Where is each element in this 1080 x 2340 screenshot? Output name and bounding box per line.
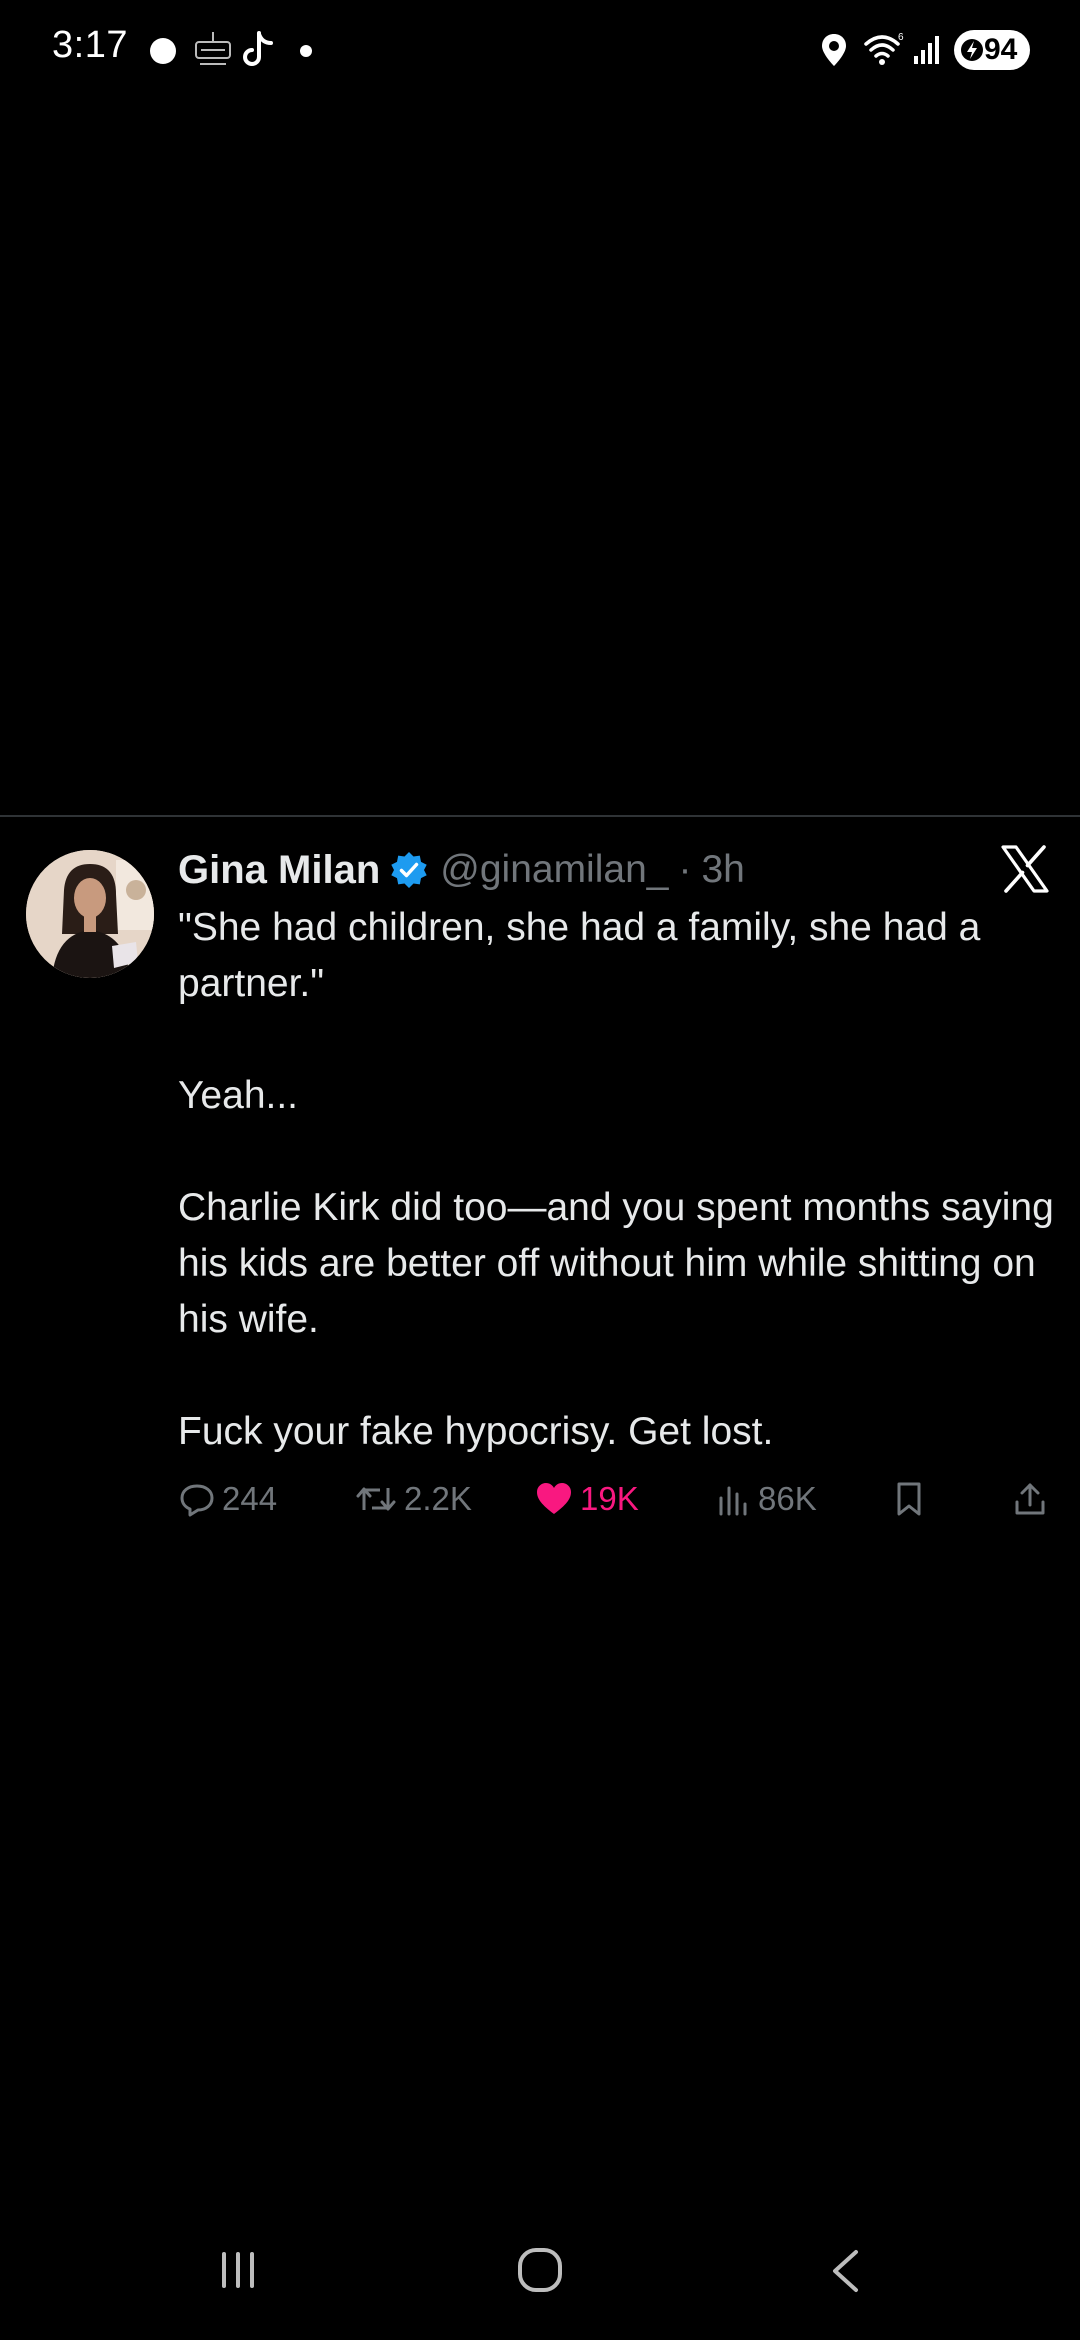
small-dot-icon	[300, 45, 312, 57]
reply-icon	[180, 1484, 214, 1517]
status-bar: 3:17 6 94	[0, 0, 1080, 100]
app-badge-icon	[195, 32, 231, 65]
x-logo-icon	[1001, 845, 1049, 893]
battery-bolt-icon	[961, 39, 983, 61]
tweet-actions: 244 2.2K 19K 86K	[178, 1476, 1058, 1522]
home-icon[interactable]	[516, 2246, 564, 2294]
like-count: 19K	[580, 1480, 639, 1517]
views-icon	[719, 1486, 747, 1516]
tweet-paragraph: Charlie Kirk did too—and you spent month…	[178, 1186, 1054, 1341]
tweet-paragraph: Yeah...	[178, 1074, 299, 1117]
notification-dot-icon	[150, 38, 176, 64]
avatar[interactable]	[26, 850, 154, 978]
reply-button[interactable]: 244	[178, 1476, 277, 1522]
tweet-paragraph: "She had children, she had a family, she…	[178, 906, 981, 1005]
bookmark-button[interactable]	[892, 1476, 926, 1522]
views-count: 86K	[758, 1480, 817, 1517]
share-button[interactable]	[1012, 1476, 1048, 1522]
tweet-header: Gina Milan @ginamilan_ · 3h	[178, 842, 745, 898]
views-button[interactable]: 86K	[716, 1476, 817, 1522]
divider	[0, 815, 1080, 817]
signal-icon	[914, 36, 939, 64]
heart-icon	[537, 1483, 571, 1514]
share-icon	[1015, 1483, 1045, 1515]
repost-button[interactable]: 2.2K	[354, 1476, 472, 1522]
battery-icon: 94	[954, 30, 1030, 70]
tweet-body: "She had children, she had a family, she…	[178, 900, 1058, 1516]
verified-badge-icon	[391, 852, 427, 888]
tiktok-icon	[243, 31, 273, 66]
wifi-icon: 6	[864, 32, 904, 65]
svg-text:6: 6	[898, 32, 904, 43]
tweet-paragraph: Fuck your fake hypocrisy. Get lost.	[178, 1410, 774, 1453]
display-name[interactable]: Gina Milan	[178, 848, 380, 893]
back-icon[interactable]	[828, 2248, 862, 2294]
handle[interactable]: @ginamilan_	[440, 848, 668, 892]
recents-icon[interactable]	[216, 2248, 260, 2292]
reply-count: 244	[222, 1480, 278, 1517]
repost-icon	[356, 1487, 396, 1511]
location-icon	[822, 34, 846, 66]
like-button[interactable]: 19K	[534, 1476, 639, 1522]
battery-level: 94	[984, 33, 1018, 66]
header-separator: ·	[678, 848, 692, 891]
status-time: 3:17	[52, 24, 128, 66]
avatar-photo-icon	[26, 850, 154, 978]
bookmark-icon	[897, 1482, 921, 1516]
navigation-bar	[0, 2220, 1080, 2320]
timestamp[interactable]: 3h	[701, 848, 744, 892]
repost-count: 2.2K	[404, 1480, 472, 1517]
